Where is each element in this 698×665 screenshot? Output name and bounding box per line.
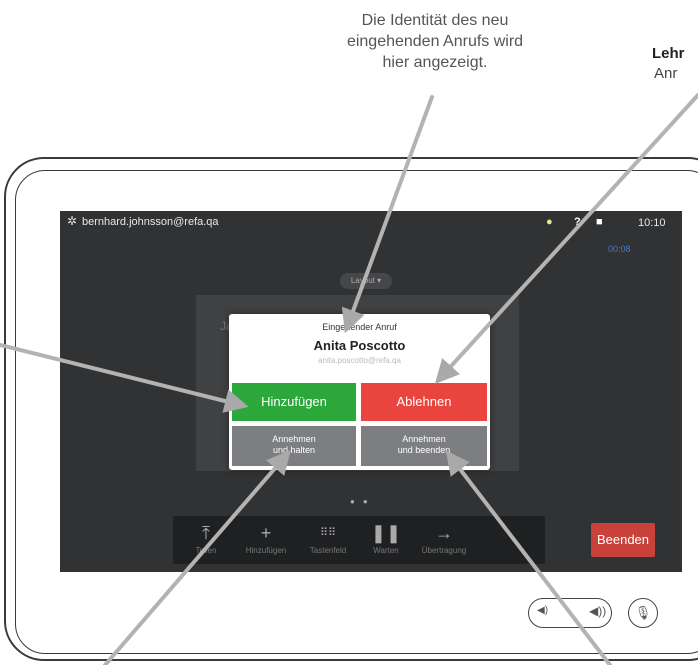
mute-microphone-icon[interactable]: 🎙︎ (628, 598, 658, 628)
callout-decline: Lehr Anr (652, 44, 698, 84)
caller-address: anita.poscotto@refa.qa (318, 356, 401, 365)
status-bar: ✲ bernhard.johnsson@refa.qa ● ? ■ 10:10 (60, 211, 682, 237)
toolbar-keypad[interactable]: ⠿⠿ Tastenfeld (297, 516, 359, 564)
answer-and-end-button[interactable]: Annehmen und beenden (361, 426, 487, 466)
self-view-icon[interactable]: ■ (596, 216, 603, 228)
user-address: bernhard.johnsson@refa.qa (82, 216, 219, 228)
help-icon[interactable]: ? (574, 216, 581, 228)
incoming-call-dialog: Eingehender Anruf Anita Poscotto anita.p… (229, 314, 490, 470)
plus-icon: + (260, 523, 272, 543)
volume-down-icon[interactable]: ◀) (537, 605, 548, 616)
decline-button[interactable]: Ablehnen (361, 383, 487, 421)
layout-button[interactable]: Layout ▾ (340, 273, 392, 289)
dialog-title: Eingehender Anruf (322, 322, 397, 332)
add-call-button[interactable]: Hinzufügen (232, 383, 356, 421)
end-call-button[interactable]: Beenden (591, 523, 655, 557)
transfer-icon: → (435, 523, 453, 543)
keypad-icon: ⠿⠿ (319, 527, 337, 539)
call-timer: 00:08 (608, 244, 631, 254)
callout-right-text: Anr (654, 65, 678, 82)
page-indicator: ●● (350, 497, 376, 506)
share-icon: ⤒ (202, 523, 210, 543)
call-toolbar: ⤒ Teilen + Hinzufügen ⠿⠿ Tastenfeld ❚❚ W… (173, 516, 655, 564)
pause-icon: ❚❚ (370, 523, 402, 543)
toolbar-share[interactable]: ⤒ Teilen (175, 516, 237, 564)
toolbar-add[interactable]: + Hinzufügen (235, 516, 297, 564)
lightbulb-icon[interactable]: ● (546, 216, 553, 228)
callout-caller-identity: Die Identität des neu eingehenden Anrufs… (346, 12, 524, 71)
callout-right-title: Lehr (652, 45, 685, 62)
answer-and-hold-button[interactable]: Annehmen und halten (232, 426, 356, 466)
settings-icon[interactable]: ✲ (67, 214, 77, 228)
toolbar-transfer[interactable]: → Übertragung (413, 516, 475, 564)
caller-name: Anita Poscotto (313, 338, 406, 353)
volume-up-icon[interactable]: ◀)) (589, 604, 606, 618)
volume-control[interactable]: ◀) ◀)) (528, 598, 612, 628)
toolbar-hold[interactable]: ❚❚ Warten (355, 516, 417, 564)
clock: 10:10 (638, 217, 666, 229)
